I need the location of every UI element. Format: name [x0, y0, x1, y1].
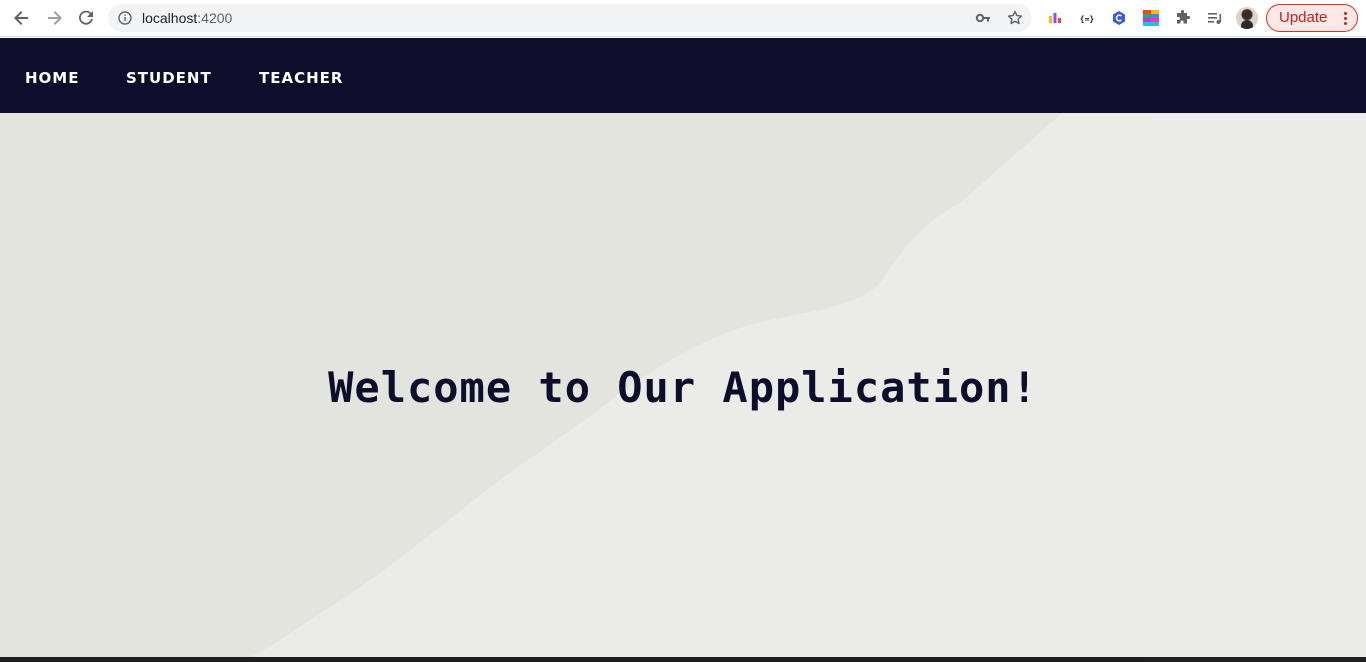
info-icon[interactable] — [118, 11, 132, 25]
menu-icon[interactable] — [1344, 12, 1347, 25]
hero-section: Welcome to Our Application! — [0, 113, 1366, 657]
star-icon[interactable] — [1007, 10, 1023, 26]
taskbar-strip — [0, 657, 1366, 662]
media-icon[interactable] — [1205, 8, 1225, 28]
browser-toolbar: localhost:4200 {=} Update — [0, 0, 1366, 37]
url-text: localhost:4200 — [142, 10, 232, 26]
reload-icon — [79, 10, 93, 25]
update-button[interactable]: Update — [1266, 4, 1358, 32]
main-navbar: HOME STUDENT TEACHER — [0, 38, 1366, 113]
profile-avatar[interactable] — [1236, 7, 1258, 29]
nav-student-link[interactable]: STUDENT — [126, 69, 212, 87]
reload-button[interactable] — [74, 6, 98, 30]
extensions-icon[interactable] — [1173, 8, 1193, 28]
nav-home-link[interactable]: HOME — [25, 69, 79, 87]
hero-title: Welcome to Our Application! — [328, 363, 1038, 412]
forward-icon — [48, 11, 62, 25]
url-port: :4200 — [197, 10, 233, 26]
extension-json-icon[interactable]: {=} — [1077, 8, 1097, 28]
back-icon — [14, 11, 28, 25]
back-button[interactable] — [10, 6, 34, 30]
forward-button[interactable] — [42, 6, 66, 30]
extension-chart-icon[interactable] — [1045, 8, 1065, 28]
extension-c-icon[interactable] — [1109, 8, 1129, 28]
svg-text:{=}: {=} — [1080, 15, 1095, 24]
key-icon[interactable] — [975, 10, 991, 26]
update-label: Update — [1279, 9, 1328, 26]
address-bar[interactable]: localhost:4200 — [108, 4, 1032, 32]
url-host: localhost — [142, 10, 198, 26]
extension-color-palette-icon[interactable] — [1141, 8, 1161, 28]
nav-teacher-link[interactable]: TEACHER — [259, 69, 343, 87]
